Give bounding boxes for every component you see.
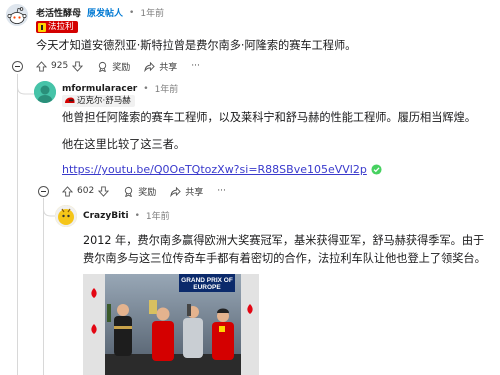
share-label: 共享 (185, 187, 204, 198)
vote-count: 602 (77, 186, 95, 196)
vote-count: 925 (51, 61, 69, 71)
more-options-button[interactable]: ··· (191, 61, 200, 71)
verified-check-icon (371, 164, 382, 175)
vote-group: 925 (36, 60, 84, 72)
vote-group: 602 (62, 185, 110, 197)
more-options-button[interactable]: ··· (217, 186, 226, 196)
flair-label: 迈克尔·舒马赫 (77, 96, 131, 106)
comment-body: 2012 年，费尔南多赢得欧洲大奖赛冠军，基米获得亚军，舒马赫获得季军。由于费尔… (83, 234, 486, 265)
user-flair: 法拉利 (36, 21, 78, 33)
flair-label: 法拉利 (48, 22, 74, 32)
upvote-icon[interactable] (62, 185, 73, 197)
share-button[interactable]: 共享 (170, 185, 203, 198)
user-flair: 迈克尔·舒马赫 (62, 95, 135, 107)
comment-actions: 925 奖励 共享 ··· (36, 58, 214, 74)
comment-time[interactable]: 1年前 (140, 6, 164, 19)
op-label: 原发帖人 (87, 9, 124, 19)
user-avatar-icon (55, 205, 77, 227)
comment-body: 他在这里比较了这三者。 (62, 138, 186, 151)
downvote-icon[interactable] (72, 60, 84, 72)
avatar[interactable] (55, 205, 77, 227)
upvote-icon[interactable] (36, 60, 47, 72)
separator-dot: • (143, 83, 149, 94)
award-button[interactable]: 奖励 (97, 60, 130, 73)
separator-dot: • (129, 7, 135, 18)
downvote-icon[interactable] (98, 185, 110, 197)
more-icon: ··· (217, 186, 226, 196)
share-button[interactable]: 共享 (144, 60, 177, 73)
comment-body: 他曾担任阿隆索的赛车工程师，以及莱科宁和舒马赫的性能工程师。履历相当辉煌。 (62, 111, 476, 124)
photo-banner-text: GRAND PRIX OF EUROPE (181, 277, 233, 291)
thread-line[interactable] (17, 74, 18, 375)
youtube-link[interactable]: https://youtu.be/Q0OeTQtozXw?si=R88SBve1… (62, 163, 367, 176)
award-button[interactable]: 奖励 (123, 185, 156, 198)
share-icon (144, 61, 155, 72)
comment-body: 今天才知道安德烈亚·斯特拉曾是费尔南多·阿隆索的赛车工程师。 (36, 39, 357, 52)
comment-time[interactable]: 1年前 (146, 209, 170, 222)
collapse-button[interactable] (38, 186, 49, 197)
more-icon: ··· (191, 61, 200, 71)
comment-time[interactable]: 1年前 (155, 82, 179, 95)
award-icon (125, 186, 133, 197)
avatar[interactable] (6, 4, 28, 26)
ferrari-logo-icon (38, 22, 46, 32)
award-icon (99, 61, 107, 72)
helmet-icon (65, 97, 75, 103)
comment-actions: 602 奖励 共享 ··· (62, 183, 240, 199)
separator-dot: • (134, 210, 140, 221)
thread-line[interactable] (43, 198, 44, 375)
share-label: 共享 (159, 62, 178, 73)
award-label: 奖励 (138, 187, 157, 198)
user-avatar-icon (34, 81, 56, 103)
podium-photo[interactable]: GRAND PRIX OF EUROPE (83, 274, 259, 375)
award-label: 奖励 (112, 62, 131, 73)
collapse-button[interactable] (12, 61, 23, 72)
share-icon (170, 186, 181, 197)
comment-author[interactable]: 老活性酵母 (36, 6, 81, 19)
comment-author[interactable]: mformularacer (62, 84, 137, 94)
snoo-avatar-icon (6, 4, 28, 26)
avatar[interactable] (34, 81, 56, 103)
comment-author[interactable]: CrazyBiti (83, 211, 129, 221)
